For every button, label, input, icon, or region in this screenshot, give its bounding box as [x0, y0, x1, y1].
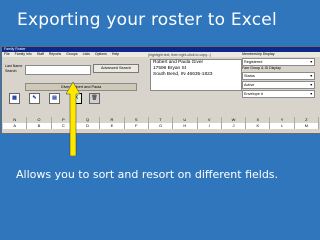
pointer-arrow: [66, 82, 80, 156]
fam-group-select[interactable]: Status ▼: [242, 72, 315, 80]
letter-tab[interactable]: J: [222, 123, 247, 129]
membership-select[interactable]: Registered ▼: [242, 58, 315, 66]
letter-tab[interactable]: F: [125, 123, 149, 129]
address-line-city: South Bend, IN 46635-1823: [153, 72, 213, 77]
chevron-down-icon: ▼: [309, 92, 313, 96]
letter-tab[interactable]: B: [27, 123, 52, 129]
menu-item-family-info[interactable]: Family Info: [15, 52, 32, 57]
letter-tab[interactable]: I: [198, 123, 222, 129]
edit-icon[interactable]: ✎: [29, 93, 40, 104]
status-select[interactable]: Active ▼: [242, 81, 315, 89]
slide-caption: Allows you to sort and resort on differe…: [16, 168, 279, 181]
letter-tab[interactable]: E: [100, 123, 125, 129]
menu-item-reports[interactable]: Reports: [49, 52, 61, 57]
family-name-field[interactable]: Giver, Robert and Paula: [25, 83, 137, 91]
copy-hint: (highlight text, then right-click to cop…: [148, 53, 212, 57]
letter-tab[interactable]: H: [173, 123, 198, 129]
address-icon[interactable]: ▩: [9, 93, 20, 104]
alphabet-row-bottom: A B C D E F G H I J K L M: [3, 123, 320, 129]
menu-item-file[interactable]: File: [4, 52, 10, 57]
letter-tab[interactable]: L: [270, 123, 295, 129]
search-input[interactable]: [25, 65, 91, 75]
roster-window: Family Roster File Family Info Staff Rep…: [1, 46, 320, 134]
menu-item-lists[interactable]: Lists: [83, 52, 90, 57]
search-label: Search:: [5, 69, 18, 73]
letter-tab[interactable]: G: [149, 123, 174, 129]
report-icon[interactable]: ▤: [49, 93, 60, 104]
chevron-down-icon: ▼: [309, 60, 313, 64]
fam-group-label: Fam Group & ID Display: [242, 66, 281, 70]
menu-item-staff[interactable]: Staff: [37, 52, 44, 57]
address-box[interactable]: Robert and Paula Giver 17596 Bryan St So…: [150, 59, 242, 91]
advanced-search-button[interactable]: Advanced Search: [93, 64, 139, 73]
slide-title: Exporting your roster to Excel: [17, 10, 277, 30]
letter-tab[interactable]: A: [3, 123, 28, 129]
last-name-label: Last Name: [5, 64, 23, 68]
right-panel: Membership Display Registered ▼ Fam Group…: [242, 52, 318, 112]
delete-icon[interactable]: 🗑: [89, 93, 100, 104]
menu-item-options[interactable]: Options: [95, 52, 107, 57]
chevron-down-icon: ▼: [309, 74, 313, 78]
menu-item-groups[interactable]: Groups: [66, 52, 77, 57]
menu-item-help[interactable]: Help: [112, 52, 119, 57]
chevron-down-icon: ▼: [309, 83, 313, 87]
letter-tab[interactable]: M: [295, 123, 320, 129]
membership-display-label: Membership Display: [242, 52, 275, 56]
letter-tab[interactable]: K: [246, 123, 271, 129]
window-title: Family Roster: [4, 47, 26, 51]
envelope-select[interactable]: Envelope # ▼: [242, 90, 315, 98]
